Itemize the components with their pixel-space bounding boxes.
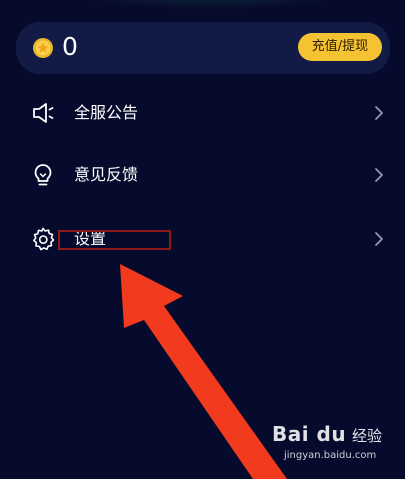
baidu-jingyan-watermark: Bai du 经验 jingyan.baidu.com bbox=[272, 422, 402, 470]
annotation-arrow-icon bbox=[120, 264, 287, 479]
watermark-url: jingyan.baidu.com bbox=[284, 450, 377, 461]
watermark-logo: Bai du bbox=[272, 422, 347, 446]
watermark-title: 经验 bbox=[352, 427, 383, 445]
